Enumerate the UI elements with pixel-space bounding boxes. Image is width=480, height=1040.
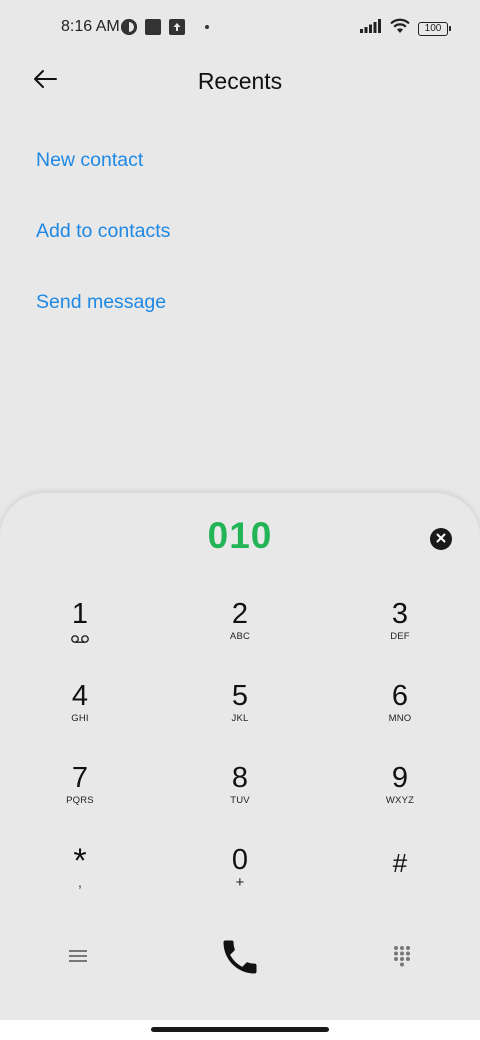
- key-digit: #: [392, 848, 408, 878]
- keypad-row: 1 2 ABC 3 DEF: [0, 597, 480, 679]
- upload-icon: [169, 19, 185, 35]
- keypad-row: * , 0 + #: [0, 843, 480, 925]
- key-6[interactable]: 6 MNO: [350, 679, 450, 751]
- key-digit: 8: [231, 762, 249, 794]
- key-letters: PQRS: [66, 795, 94, 806]
- battery-icon: 100: [418, 21, 451, 36]
- status-bar: 8:16 AM 100: [0, 0, 480, 56]
- square-icon: [145, 19, 161, 35]
- key-1[interactable]: 1: [30, 597, 130, 669]
- phone-icon: [218, 935, 262, 984]
- key-digit: 0: [231, 844, 249, 876]
- key-8[interactable]: 8 TUV: [190, 761, 290, 833]
- status-time: 8:16 AM: [61, 18, 120, 35]
- key-letters: DEF: [390, 631, 410, 642]
- keypad-row: 4 GHI 5 JKL 6 MNO: [0, 679, 480, 761]
- key-digit: 1: [71, 598, 89, 630]
- dialpad-toggle-button[interactable]: [388, 944, 416, 972]
- menu-icon: [68, 948, 88, 969]
- navigation-bar: [0, 1020, 480, 1040]
- key-letters: WXYZ: [385, 795, 415, 806]
- key-3[interactable]: 3 DEF: [350, 597, 450, 669]
- key-digit: 9: [391, 762, 409, 794]
- new-contact-link[interactable]: New contact: [36, 145, 170, 216]
- page-title: Recents: [197, 68, 283, 94]
- key-4[interactable]: 4 GHI: [30, 679, 130, 751]
- status-icons-right: 100: [360, 18, 451, 39]
- key-letters: ,: [78, 875, 82, 890]
- clear-button[interactable]: [430, 528, 452, 550]
- key-letters: ABC: [229, 631, 251, 642]
- send-message-link[interactable]: Send message: [36, 287, 170, 358]
- keypad: 1 2 ABC 3 DEF 4 GHI 5 JKL 6 MNO 7 PQRS 8…: [0, 597, 480, 925]
- key-digit: *: [73, 842, 87, 880]
- key-5[interactable]: 5 JKL: [190, 679, 290, 751]
- key-digit: 7: [71, 762, 89, 794]
- call-button[interactable]: [214, 933, 266, 985]
- key-letters: GHI: [71, 713, 89, 724]
- dot-icon: [205, 25, 209, 29]
- voicemail-icon: [30, 631, 130, 643]
- key-digit: 4: [71, 680, 89, 712]
- dialpad-panel: 010 1 2 ABC 3 DEF 4 GHI 5 JKL 6 MNO 7 PQ…: [0, 493, 480, 1023]
- key-letters: +: [235, 874, 245, 891]
- key-star[interactable]: * ,: [30, 843, 130, 915]
- key-letters: MNO: [388, 713, 412, 724]
- key-2[interactable]: 2 ABC: [190, 597, 290, 669]
- media-icon: [121, 19, 137, 35]
- wifi-icon: [390, 18, 410, 39]
- action-list: New contact Add to contacts Send message: [36, 145, 170, 358]
- key-digit: 5: [231, 680, 249, 712]
- add-to-contacts-link[interactable]: Add to contacts: [36, 216, 170, 287]
- header: Recents: [0, 56, 480, 108]
- key-letters: JKL: [231, 713, 249, 724]
- key-digit: 6: [391, 680, 409, 712]
- key-7[interactable]: 7 PQRS: [30, 761, 130, 833]
- close-circle-icon: [436, 530, 446, 548]
- dialed-number[interactable]: 010: [0, 515, 480, 557]
- home-indicator[interactable]: [151, 1027, 329, 1032]
- key-9[interactable]: 9 WXYZ: [350, 761, 450, 833]
- key-digit: 3: [391, 598, 409, 630]
- keypad-row: 7 PQRS 8 TUV 9 WXYZ: [0, 761, 480, 843]
- key-letters: TUV: [230, 795, 250, 806]
- key-hash[interactable]: #: [350, 843, 450, 915]
- signal-icon: [360, 19, 382, 38]
- key-digit: 2: [231, 598, 249, 630]
- status-icons-left: [121, 19, 209, 35]
- dialpad-bottom-bar: [0, 925, 480, 995]
- menu-button[interactable]: [64, 946, 92, 970]
- key-0[interactable]: 0 +: [190, 843, 290, 915]
- dialpad-grid-icon: [393, 945, 411, 972]
